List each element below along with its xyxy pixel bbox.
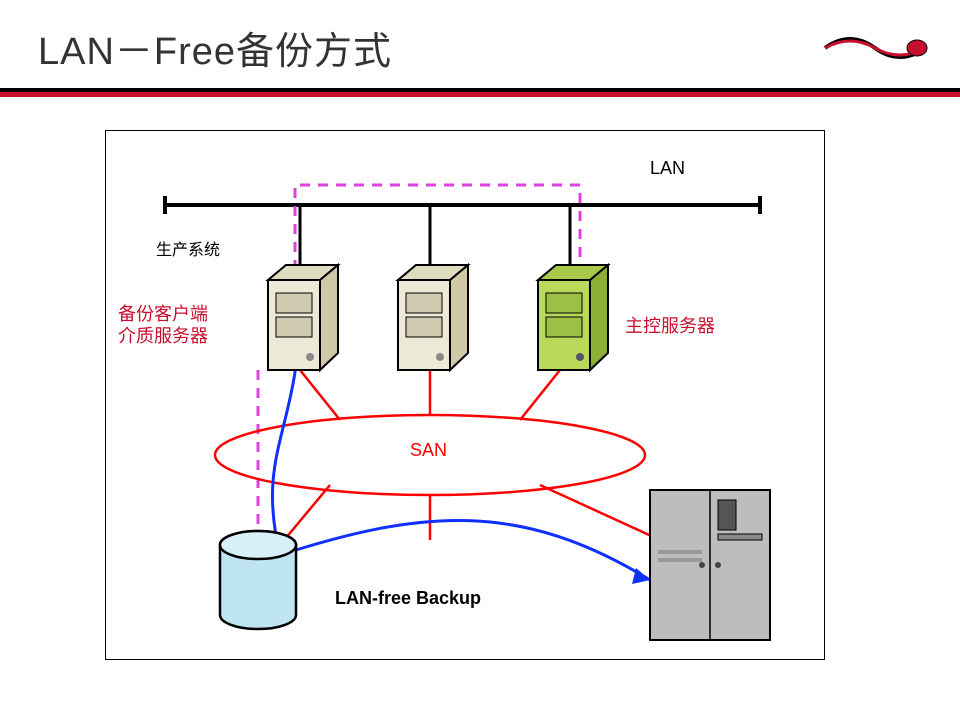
lan-label: LAN: [650, 158, 685, 179]
page-title: LAN－Free备份方式: [38, 20, 392, 75]
divider-red: [0, 92, 960, 97]
san-label: SAN: [410, 440, 447, 461]
lanfree-label: LAN-free Backup: [335, 588, 481, 609]
diagram-frame: [105, 130, 825, 660]
production-system-label: 生产系统: [156, 236, 220, 260]
brand-logo: [820, 28, 930, 73]
master-server-label: 主控服务器: [625, 312, 715, 338]
backup-client-label-2: 介质服务器: [118, 322, 208, 348]
